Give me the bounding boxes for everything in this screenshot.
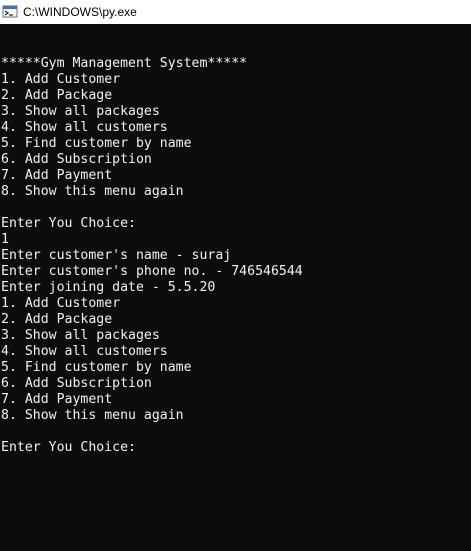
console-line: 2. Add Package (1, 312, 113, 327)
console-window: C:\WINDOWS\py.exe *****Gym Management Sy… (0, 0, 471, 551)
console-line: 1. Add Customer (1, 296, 121, 311)
console-line: 2. Add Package (1, 88, 113, 103)
title-bar[interactable]: C:\WINDOWS\py.exe (0, 0, 471, 24)
console-line: 4. Show all customers (1, 120, 168, 135)
console-line: 3. Show all packages (1, 328, 160, 343)
console-line: 4. Show all customers (1, 344, 168, 359)
console-line: 6. Add Subscription (1, 152, 152, 167)
console-line: 1 (1, 232, 9, 247)
console-line: Enter customer's phone no. - 746546544 (1, 264, 303, 279)
window-title: C:\WINDOWS\py.exe (23, 5, 137, 19)
console-line: Enter customer's name - suraj (1, 248, 232, 263)
console-line: 8. Show this menu again (1, 408, 184, 423)
python-launcher-icon (2, 4, 18, 20)
console-line: Enter joining date - 5.5.20 (1, 280, 216, 295)
console-output[interactable]: *****Gym Management System***** 1. Add Cu… (0, 24, 471, 551)
console-line: 3. Show all packages (1, 104, 160, 119)
console-line: 7. Add Payment (1, 392, 113, 407)
console-line: 7. Add Payment (1, 168, 113, 183)
console-line: 6. Add Subscription (1, 376, 152, 391)
console-line: 1. Add Customer (1, 72, 121, 87)
console-line: 8. Show this menu again (1, 184, 184, 199)
console-line: Enter You Choice: (1, 440, 136, 455)
console-line: 5. Find customer by name (1, 136, 192, 151)
console-line: Enter You Choice: (1, 216, 136, 231)
console-line: 5. Find customer by name (1, 360, 192, 375)
console-line: *****Gym Management System***** (1, 56, 248, 71)
